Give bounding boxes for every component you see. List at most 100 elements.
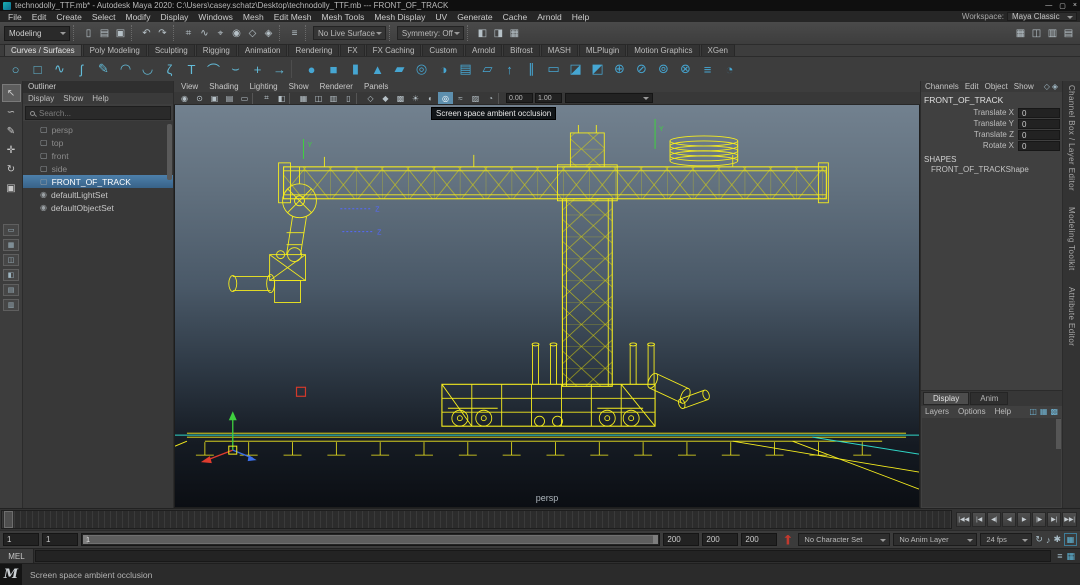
audio-icon[interactable]: ♪ (1046, 535, 1051, 545)
detach-curves-icon[interactable]: ⌣ (225, 59, 246, 79)
shelf-tab[interactable]: Poly Modeling (83, 44, 147, 56)
menu-item[interactable]: Help (567, 12, 594, 22)
separator[interactable] (305, 25, 310, 41)
bookmarks-icon[interactable]: ▤ (222, 92, 237, 104)
step-forward-key-button[interactable]: |▶ (1032, 512, 1046, 527)
shelf-tab[interactable]: FX Caching (366, 44, 422, 56)
shelf-tab[interactable]: FX (340, 44, 364, 56)
separator[interactable] (252, 93, 259, 104)
outliner-item[interactable]: ▢ front (23, 149, 173, 162)
birail-icon[interactable]: ∥ (521, 59, 542, 79)
nurbs-torus-icon[interactable]: ◎ (411, 59, 432, 79)
playback-options-icon[interactable]: ✱ (1053, 534, 1061, 545)
loft-icon[interactable]: ▤ (455, 59, 476, 79)
separator[interactable] (291, 60, 300, 78)
menu-item[interactable]: Mesh (238, 12, 269, 22)
workspace-selector[interactable]: Maya Classic (1007, 12, 1077, 21)
time-slider[interactable] (1, 510, 952, 529)
two-point-arc-tool-icon[interactable]: ◡ (137, 59, 158, 79)
two-d-pan-zoom-icon[interactable]: ⌗ (259, 92, 274, 104)
text-tool-icon[interactable]: T (181, 59, 202, 79)
persp-outliner-layout-button[interactable]: ◫ (3, 254, 19, 266)
separator[interactable] (498, 93, 505, 104)
menu-item[interactable]: Modify (121, 12, 156, 22)
new-scene-icon[interactable]: ▯ (81, 26, 96, 41)
bevel-icon[interactable]: ◪ (565, 59, 586, 79)
revolve-icon[interactable]: ◑ (433, 59, 454, 79)
create-layer-from-selected-icon[interactable]: ▦ (1040, 407, 1048, 416)
viewport-menu-item[interactable]: Shading (209, 82, 238, 91)
use-all-lights-icon[interactable]: ☀ (408, 92, 423, 104)
planar-icon[interactable]: ▱ (477, 59, 498, 79)
shelf-tab[interactable]: Curves / Surfaces (4, 44, 82, 56)
nurbs-cube-icon[interactable]: ■ (323, 59, 344, 79)
channel-box-menu-item[interactable]: Edit (965, 82, 979, 91)
render-icon[interactable]: ◧ (475, 26, 490, 41)
shelf-tab[interactable]: Motion Graphics (627, 44, 699, 56)
separator[interactable] (131, 25, 136, 41)
step-back-frame-button[interactable]: |◀ (972, 512, 986, 527)
insert-isoparm-icon[interactable]: ≡ (697, 59, 718, 79)
playback-start-field[interactable]: 1 (42, 533, 78, 546)
command-language-button[interactable]: MEL (0, 549, 34, 563)
film-gate-icon[interactable]: ▯ (341, 92, 356, 104)
textured-icon[interactable]: ▩ (393, 92, 408, 104)
minimize-button[interactable]: — (1045, 2, 1052, 10)
shelf-tab[interactable]: Custom (422, 44, 464, 56)
bezier-curve-tool-icon[interactable]: ζ (159, 59, 180, 79)
scale-tool-icon[interactable]: ▣ (3, 180, 20, 196)
range-end-field[interactable]: 200 (741, 533, 777, 546)
snap-to-projected-center-icon[interactable]: ◉ (229, 26, 244, 41)
menu-item[interactable]: Select (87, 12, 121, 22)
motion-blur-icon[interactable]: ≈ (453, 92, 468, 104)
depth-of-field-icon[interactable]: ◔ (483, 92, 498, 104)
select-tool-icon[interactable]: ↖ (3, 85, 20, 101)
shelf-tab[interactable]: Rigging (196, 44, 237, 56)
outliner-item[interactable]: ▢ FRONT_OF_TRACK (23, 175, 173, 188)
snap-to-view-plane-icon[interactable]: ◇ (245, 26, 260, 41)
anim-layer-selector[interactable]: No Anim Layer (893, 533, 977, 546)
hypershade-layout-button[interactable]: ▥ (3, 299, 19, 311)
play-forwards-button[interactable]: ▶ (1017, 512, 1031, 527)
isolate-select-icon[interactable]: ◧ (274, 92, 289, 104)
channel-box-menu-item[interactable]: Show (1014, 82, 1034, 91)
ep-curve-tool-icon[interactable]: ∿ (49, 59, 70, 79)
redo-icon[interactable]: ↷ (155, 26, 170, 41)
range-end-handle[interactable] (653, 535, 658, 544)
outliner-menu-item[interactable]: Help (92, 94, 108, 103)
three-point-arc-tool-icon[interactable]: ◠ (115, 59, 136, 79)
gamma-field[interactable]: 1.00 (535, 93, 562, 103)
persp-graph-layout-button[interactable]: ▤ (3, 284, 19, 296)
menu-item[interactable]: Edit (27, 12, 52, 22)
range-slider[interactable]: 1 (81, 533, 660, 546)
step-forward-frame-button[interactable]: ▶| (1047, 512, 1061, 527)
symmetry-selector[interactable]: Symmetry: Off (397, 26, 464, 40)
exposure-field[interactable]: 0.00 (506, 93, 533, 103)
snap-to-grid-icon[interactable]: ⌗ (181, 26, 196, 41)
viewport-menu-item[interactable]: View (181, 82, 198, 91)
viewport-menu-item[interactable]: Renderer (320, 82, 353, 91)
channel-value-field[interactable]: 0 (1018, 130, 1060, 140)
command-input[interactable] (35, 550, 1051, 562)
outliner-search-input[interactable]: Search... (25, 106, 171, 120)
separator[interactable] (173, 25, 178, 41)
wireframe-icon[interactable]: ◇ (363, 92, 378, 104)
pin-channel-box-icon[interactable]: ◈ (1052, 82, 1058, 91)
menu-item[interactable]: Generate (452, 12, 497, 22)
layer-options-icon[interactable]: ▩ (1050, 407, 1058, 416)
nurbs-cone-icon[interactable]: ▲ (367, 59, 388, 79)
panel-layout-icon[interactable]: ▥ (1045, 26, 1060, 41)
character-set-selector[interactable]: No Character Set (798, 533, 890, 546)
ipr-render-icon[interactable]: ◨ (491, 26, 506, 41)
menu-item[interactable]: UV (430, 12, 452, 22)
menu-item[interactable]: Edit Mesh (269, 12, 317, 22)
tab-attribute-editor[interactable]: Attribute Editor (1067, 287, 1076, 346)
render-settings-icon[interactable]: ▦ (507, 26, 522, 41)
current-frame-field[interactable]: 1 (3, 533, 39, 546)
camera-view-icon[interactable]: ◫ (1029, 26, 1044, 41)
menu-item[interactable]: Mesh Display (369, 12, 430, 22)
layer-editor-tab[interactable]: Anim (970, 392, 1008, 405)
shelf-tab[interactable]: Rendering (288, 44, 339, 56)
channel-slider-speed-icon[interactable]: ◇ (1044, 82, 1050, 91)
viewport-menu-item[interactable]: Panels (364, 82, 388, 91)
